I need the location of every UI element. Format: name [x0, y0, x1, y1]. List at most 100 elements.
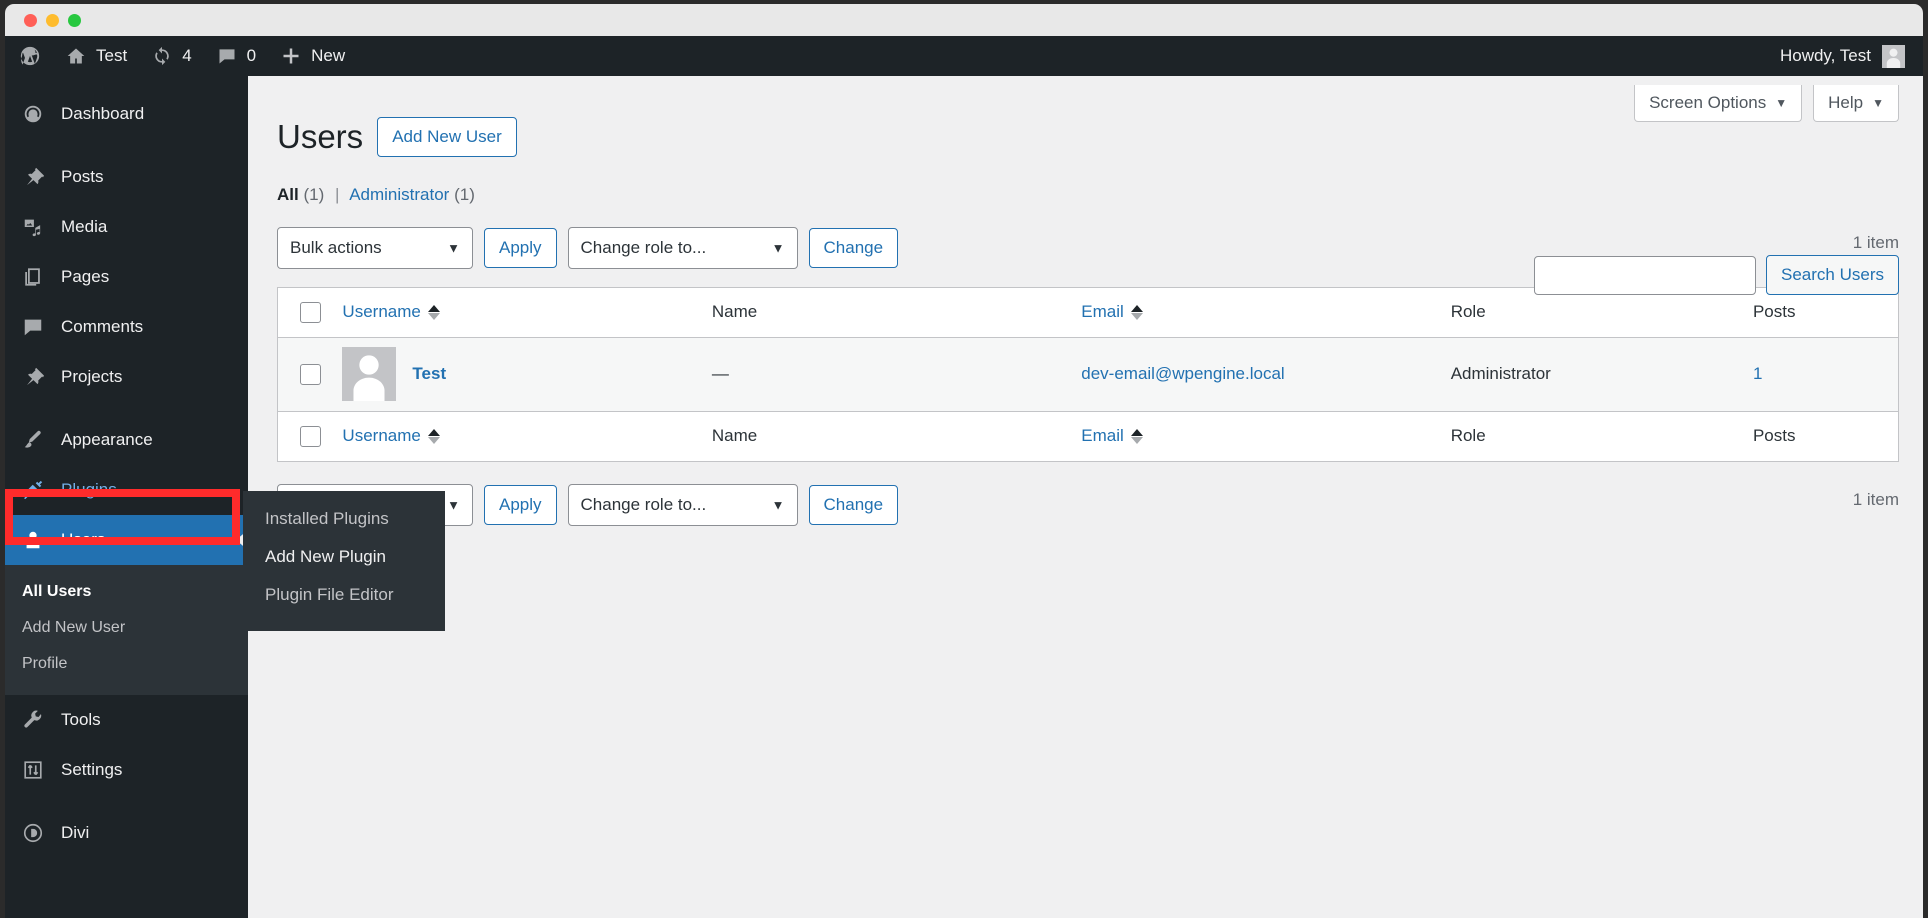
help-button[interactable]: Help ▼	[1813, 85, 1899, 122]
filter-link-administrator[interactable]: Administrator	[349, 185, 449, 204]
user-role-filter-links: All (1) | Administrator (1)	[248, 159, 1923, 205]
user-cell: Test	[342, 347, 711, 402]
users-table-foot: Username Name Email Role Posts	[277, 410, 1899, 462]
admin-bar-updates[interactable]: 4	[139, 36, 203, 76]
flyout-item-add-new-plugin[interactable]: Add New Plugin	[243, 538, 445, 576]
sidebar-item-comments[interactable]: Comments	[5, 302, 248, 352]
row-role-cell: Administrator	[1450, 337, 1753, 412]
column-label: Email	[1081, 426, 1124, 446]
sidebar-item-projects[interactable]: Projects	[5, 352, 248, 402]
change-role-wrap-bottom: Change role to... ▼	[567, 483, 798, 526]
maximize-window-icon[interactable]	[68, 14, 81, 27]
sidebar-item-users[interactable]: Users	[5, 515, 248, 565]
add-new-user-button[interactable]: Add New User	[377, 117, 517, 158]
sort-email-link-footer[interactable]: Email	[1081, 426, 1143, 446]
row-username-cell: Test	[342, 337, 712, 412]
flyout-item-installed-plugins[interactable]: Installed Plugins	[243, 500, 445, 538]
comment-bubble-icon	[21, 315, 45, 339]
row-posts-cell: 1	[1752, 337, 1899, 412]
brush-icon	[21, 428, 45, 452]
dashboard-icon	[21, 102, 45, 126]
filter-count-all: (1)	[303, 184, 325, 204]
change-role-button-bottom[interactable]: Change	[808, 484, 899, 525]
browser-window: Test 4 0 New Howdy, Test Dashboard Posts…	[0, 0, 1928, 918]
change-role-button[interactable]: Change	[808, 227, 899, 268]
sidebar-item-label: Settings	[61, 760, 123, 779]
sidebar-item-plugins[interactable]: Plugins	[5, 465, 248, 515]
row-name-cell: —	[711, 337, 1082, 412]
menu-spacer	[5, 795, 248, 808]
sort-email-link[interactable]: Email	[1081, 302, 1143, 322]
plug-icon	[21, 478, 45, 502]
plugins-flyout-menu: Installed Plugins Add New Plugin Plugin …	[243, 491, 445, 631]
users-table: Username Name Email Role Posts Test — de…	[277, 286, 1899, 462]
screen-meta-links: Screen Options ▼ Help ▼	[1634, 85, 1899, 122]
admin-bar-site-name[interactable]: Test	[53, 36, 139, 76]
sidebar-item-label: Users	[61, 530, 106, 549]
admin-bar-new-label: New	[311, 46, 346, 65]
sidebar-item-tools[interactable]: Tools	[5, 695, 248, 745]
sort-username-link-footer[interactable]: Username	[342, 426, 440, 446]
sidebar-item-media[interactable]: Media	[5, 202, 248, 252]
tablenav-bottom: Bulk actions ▼ Apply Change role to... ▼…	[248, 462, 1923, 526]
sort-arrows-icon	[1130, 304, 1143, 320]
sidebar-item-label: Dashboard	[61, 104, 145, 123]
row-checkbox[interactable]	[300, 363, 321, 385]
window-titlebar	[5, 4, 1923, 36]
media-icon	[21, 215, 45, 239]
submenu-item-all-users[interactable]: All Users	[5, 574, 248, 610]
admin-bar-howdy-label: Howdy, Test	[1779, 46, 1871, 65]
row-select-cell	[277, 337, 343, 412]
avatar	[1882, 44, 1905, 68]
admin-sidebar-menu: Dashboard Posts Media Pages Comments Pro…	[5, 76, 248, 918]
admin-bar-new-content[interactable]: New	[268, 36, 357, 76]
bulk-actions-wrap: Bulk actions ▼	[277, 226, 473, 269]
admin-bar-updates-count: 4	[182, 46, 192, 65]
sidebar-item-divi[interactable]: Divi	[5, 808, 248, 858]
screen-options-label: Screen Options	[1649, 93, 1767, 112]
column-footer-email: Email	[1081, 410, 1451, 462]
sidebar-item-pages[interactable]: Pages	[5, 252, 248, 302]
select-all-header	[277, 287, 343, 338]
select-all-checkbox[interactable]	[300, 301, 321, 323]
update-icon	[151, 45, 173, 67]
sidebar-item-settings[interactable]: Settings	[5, 745, 248, 795]
sidebar-item-label: Pages	[61, 267, 110, 286]
bulk-actions-select[interactable]: Bulk actions	[277, 226, 473, 269]
table-row: Test — dev-email@wpengine.local Administ…	[277, 337, 1899, 412]
minimize-window-icon[interactable]	[46, 14, 59, 27]
close-window-icon[interactable]	[24, 14, 37, 27]
username-link[interactable]: Test	[412, 364, 446, 384]
row-email-cell: dev-email@wpengine.local	[1081, 337, 1451, 412]
sidebar-item-dashboard[interactable]: Dashboard	[5, 89, 248, 139]
admin-bar-comments[interactable]: 0	[204, 36, 268, 76]
column-header-username: Username	[342, 287, 712, 338]
submenu-item-profile[interactable]: Profile	[5, 646, 248, 682]
admin-bar-wp-logo[interactable]	[5, 36, 53, 76]
change-role-select[interactable]: Change role to...	[567, 226, 798, 269]
column-header-name: Name	[711, 287, 1082, 338]
name-value: —	[711, 364, 729, 384]
submenu-item-add-new-user[interactable]: Add New User	[5, 610, 248, 646]
admin-content: Screen Options ▼ Help ▼ Users Add New Us…	[248, 76, 1923, 918]
sidebar-item-label: Media	[61, 217, 108, 236]
column-label: Username	[342, 426, 421, 446]
select-all-checkbox-footer[interactable]	[300, 425, 321, 447]
admin-bar-my-account[interactable]: Howdy, Test	[1768, 44, 1923, 68]
sidebar-item-appearance[interactable]: Appearance	[5, 415, 248, 465]
email-link[interactable]: dev-email@wpengine.local	[1081, 364, 1284, 383]
column-header-email: Email	[1081, 287, 1451, 338]
settings-icon	[21, 758, 45, 782]
apply-bulk-action-button[interactable]: Apply	[484, 227, 557, 268]
sort-username-link[interactable]: Username	[342, 302, 440, 322]
apply-bulk-action-button-bottom[interactable]: Apply	[484, 484, 557, 525]
screen-options-button[interactable]: Screen Options ▼	[1634, 85, 1803, 122]
users-submenu: All Users Add New User Profile	[5, 565, 248, 695]
pages-icon	[21, 265, 45, 289]
flyout-item-plugin-file-editor[interactable]: Plugin File Editor	[243, 576, 445, 614]
change-role-select-bottom[interactable]: Change role to...	[567, 483, 798, 526]
posts-count-link[interactable]: 1	[1753, 364, 1762, 383]
filter-link-all[interactable]: All	[277, 185, 299, 204]
sidebar-item-label: Projects	[61, 367, 123, 386]
sidebar-item-posts[interactable]: Posts	[5, 152, 248, 202]
